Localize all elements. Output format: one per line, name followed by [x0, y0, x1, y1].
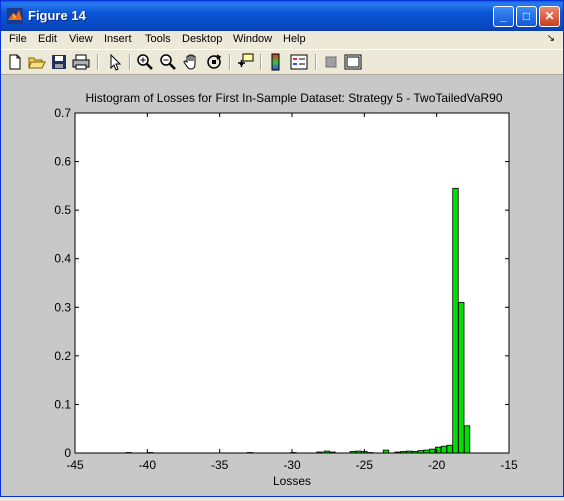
menu-tools[interactable]: Tools [145, 33, 171, 45]
figure-toolbar [1, 49, 563, 75]
toolbar-separator [315, 54, 317, 70]
figure-canvas[interactable]: Histogram of Losses for First In-Sample … [1, 75, 563, 496]
hide-plot-tools-icon[interactable] [322, 53, 340, 71]
new-figure-icon[interactable] [6, 53, 24, 71]
x-tick-label: -20 [428, 458, 446, 472]
menu-window[interactable]: Window [233, 33, 272, 45]
histogram-bar [452, 187, 459, 454]
legend-icon[interactable] [290, 53, 308, 71]
x-tick-label: -40 [139, 458, 157, 472]
histogram-bar [429, 448, 436, 454]
x-tick-label: -25 [356, 458, 374, 472]
zoom-out-icon[interactable] [159, 53, 177, 71]
chart-title: Histogram of Losses for First In-Sample … [85, 91, 502, 105]
pan-hand-icon[interactable] [182, 53, 200, 71]
matlab-logo-icon [7, 8, 23, 24]
histogram-bar [458, 302, 465, 454]
toolbar-separator [97, 54, 99, 70]
toolbar-separator [229, 54, 231, 70]
x-axis-label: Losses [273, 474, 311, 488]
toolbar-separator [260, 54, 262, 70]
rotate-3d-icon[interactable] [205, 53, 223, 71]
menu-file[interactable]: File [9, 33, 27, 45]
minimize-button[interactable]: _ [493, 6, 514, 27]
y-tick-label: 0.5 [54, 203, 71, 217]
y-tick-label: 0.6 [54, 155, 71, 169]
menu-bar: File Edit View Insert Tools Desktop Wind… [1, 31, 563, 49]
colorbar-icon[interactable] [267, 53, 285, 71]
menu-edit[interactable]: Edit [38, 33, 57, 45]
menu-view[interactable]: View [69, 33, 93, 45]
menu-insert[interactable]: Insert [104, 33, 132, 45]
save-icon[interactable] [50, 53, 68, 71]
print-icon[interactable] [72, 53, 90, 71]
y-tick-label: 0.3 [54, 300, 71, 314]
toolbar-separator [129, 54, 131, 70]
title-bar[interactable]: Figure 14 _ □ ✕ [1, 1, 563, 31]
figure-window: Figure 14 _ □ ✕ File Edit View Insert To… [0, 0, 564, 497]
x-tick-label: -15 [500, 458, 518, 472]
pointer-icon[interactable] [106, 53, 124, 71]
y-tick-label: 0.2 [54, 349, 71, 363]
zoom-in-icon[interactable] [136, 53, 154, 71]
menu-help[interactable]: Help [283, 33, 306, 45]
data-cursor-icon[interactable] [236, 53, 254, 71]
y-tick-label: 0.7 [54, 106, 71, 120]
window-title: Figure 14 [28, 8, 86, 23]
plot-area[interactable] [75, 113, 509, 453]
maximize-button[interactable]: □ [516, 6, 537, 27]
show-plot-tools-icon[interactable] [344, 53, 362, 71]
x-tick-label: -35 [211, 458, 229, 472]
histogram-chart: Histogram of Losses for First In-Sample … [54, 91, 518, 488]
y-tick-label: 0.1 [54, 397, 71, 411]
open-file-icon[interactable] [28, 53, 46, 71]
y-tick-label: 0 [64, 446, 71, 460]
histogram-bar [463, 425, 471, 454]
dock-arrow-icon[interactable]: ↘ [547, 33, 555, 44]
x-tick-label: -30 [283, 458, 301, 472]
histogram-bar [446, 444, 453, 454]
histogram-bar [440, 445, 448, 454]
y-tick-label: 0.4 [54, 252, 71, 266]
x-tick-label: -45 [66, 458, 84, 472]
close-button[interactable]: ✕ [539, 6, 560, 27]
menu-desktop[interactable]: Desktop [182, 33, 222, 45]
